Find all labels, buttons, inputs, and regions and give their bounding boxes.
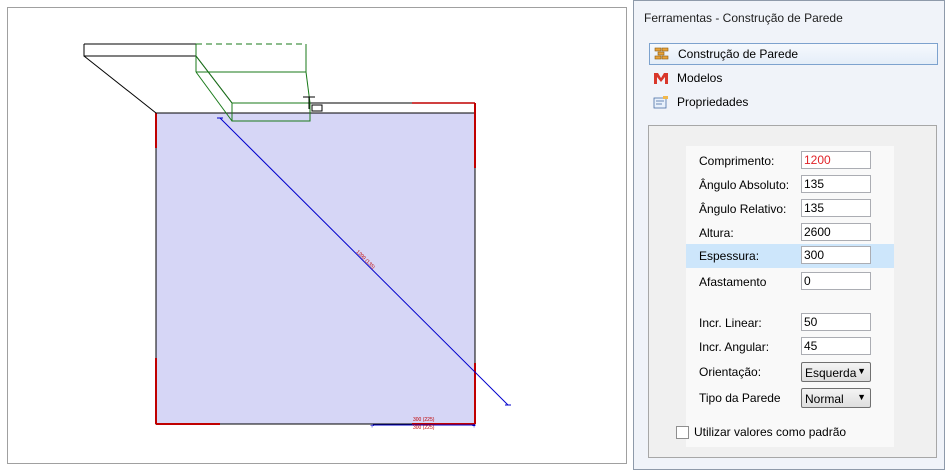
field-label: Comprimento: xyxy=(699,154,775,168)
incr-linear-input[interactable]: 50 xyxy=(801,313,871,331)
field-label: Espessura: xyxy=(699,249,760,263)
row-tipo-parede: Tipo da Parede Normal ▼ xyxy=(686,386,894,410)
row-altura: Altura: 2600 xyxy=(686,221,894,245)
comprimento-input[interactable]: 1200 xyxy=(801,151,871,169)
row-orientacao: Orientação: Esquerda ▼ xyxy=(686,360,894,384)
models-icon xyxy=(653,70,669,86)
nav-item-wall-construction[interactable]: Construção de Parede xyxy=(649,43,938,65)
existing-wall-outline xyxy=(83,43,197,57)
row-incr-linear: Incr. Linear: 50 xyxy=(686,311,894,335)
dimension-label-bottom: 300 (225) xyxy=(413,425,435,431)
floor-plan-svg[interactable]: 1200 (135) + + 300 (225) 300 (225) xyxy=(8,8,626,463)
field-label: Ângulo Relativo: xyxy=(699,202,787,216)
select-value: Normal xyxy=(805,392,844,406)
dimension-tick: + xyxy=(370,423,374,430)
properties-icon xyxy=(653,94,669,110)
nav-label: Construção de Parede xyxy=(678,47,799,61)
field-label: Incr. Linear: xyxy=(699,316,762,330)
nav-label: Propriedades xyxy=(677,95,749,109)
espessura-input[interactable]: 300 xyxy=(801,246,871,264)
row-espessura: Espessura: 300 xyxy=(686,244,894,268)
wall-preview xyxy=(195,43,311,122)
nav-label: Modelos xyxy=(677,71,723,85)
angulo-absoluto-input[interactable]: 135 xyxy=(801,175,871,193)
incr-angular-input[interactable]: 45 xyxy=(801,337,871,355)
orientacao-select[interactable]: Esquerda ▼ xyxy=(801,362,871,382)
altura-input[interactable]: 2600 xyxy=(801,223,871,241)
field-label: Afastamento xyxy=(699,275,767,289)
room-area[interactable] xyxy=(155,112,476,425)
afastamento-input[interactable]: 0 xyxy=(801,272,871,290)
field-label: Tipo da Parede xyxy=(699,391,781,405)
select-value: Esquerda xyxy=(805,366,857,380)
row-angulo-absoluto: Ângulo Absoluto: 135 xyxy=(686,173,894,197)
tipo-parede-select[interactable]: Normal ▼ xyxy=(801,388,871,408)
field-label: Ângulo Absoluto: xyxy=(699,178,790,192)
row-angulo-relativo: Ângulo Relativo: 135 xyxy=(686,197,894,221)
angulo-relativo-input[interactable]: 135 xyxy=(801,199,871,217)
row-comprimento: Comprimento: 1200 xyxy=(686,149,894,173)
tools-panel: Ferramentas - Construção de Parede Const… xyxy=(633,0,945,470)
wall-construction-icon xyxy=(654,46,670,62)
dimension-label-bottom: 300 (225) xyxy=(413,417,435,423)
default-values-checkbox[interactable] xyxy=(676,425,689,439)
chevron-down-icon: ▼ xyxy=(857,392,866,402)
panel-title: Ferramentas - Construção de Parede xyxy=(644,11,843,25)
row-incr-angular: Incr. Angular: 45 xyxy=(686,335,894,359)
field-label: Altura: xyxy=(699,226,734,240)
nav-item-properties[interactable]: Propriedades xyxy=(649,91,938,113)
existing-wall-outline xyxy=(83,55,157,114)
dimension-tick: + xyxy=(472,423,476,430)
field-label: Orientação: xyxy=(699,365,762,379)
drawing-canvas[interactable]: 1200 (135) + + 300 (225) 300 (225) xyxy=(7,7,627,464)
default-values-checkbox-row[interactable]: Utilizar valores como padrão xyxy=(676,424,846,440)
field-label: Incr. Angular: xyxy=(699,340,770,354)
checkbox-label: Utilizar valores como padrão xyxy=(694,425,847,439)
chevron-down-icon: ▼ xyxy=(857,366,866,376)
properties-box: Comprimento: 1200 Ângulo Absoluto: 135 Â… xyxy=(648,125,937,458)
properties-form: Comprimento: 1200 Ângulo Absoluto: 135 Â… xyxy=(686,146,894,447)
row-afastamento: Afastamento 0 xyxy=(686,270,894,294)
nav-item-models[interactable]: Modelos xyxy=(649,67,938,89)
crosshair-cursor-icon xyxy=(303,96,323,112)
